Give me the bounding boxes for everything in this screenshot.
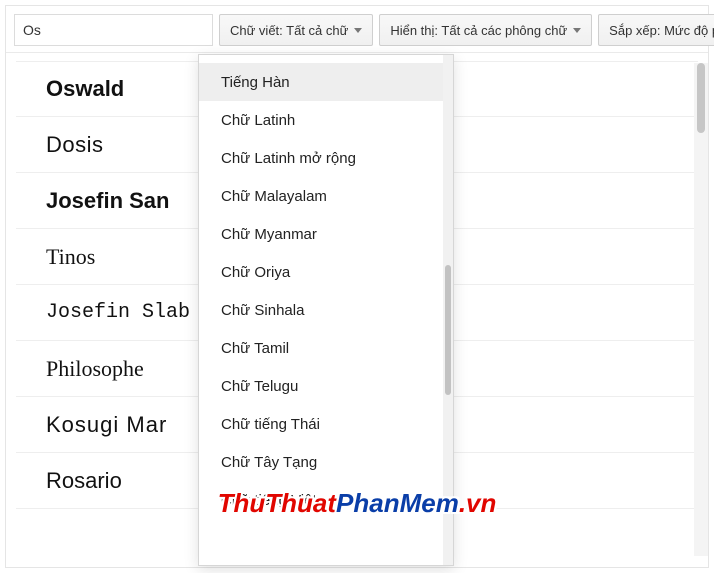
- script-option[interactable]: Chữ tiếng Thái: [199, 405, 443, 443]
- font-name: Rosario: [46, 468, 122, 494]
- app-window: Chữ viết: Tất cả chữ Hiển thị: Tất cả cá…: [5, 5, 709, 568]
- script-option[interactable]: Chữ Oriya: [199, 253, 443, 291]
- sort-dropdown[interactable]: Sắp xếp: Mức độ phổ biến: [598, 14, 714, 46]
- script-option[interactable]: Chữ Myanmar: [199, 215, 443, 253]
- font-name: Philosophe: [46, 356, 144, 382]
- script-option[interactable]: Chữ Tamil: [199, 329, 443, 367]
- script-dropdown-panel: Tiếng HànChữ LatinhChữ Latinh mở rộngChữ…: [198, 54, 454, 566]
- script-option[interactable]: Chữ tiếng Việt: [199, 481, 443, 519]
- display-dropdown-label: Hiển thị: Tất cả các phông chữ: [390, 23, 567, 38]
- script-dropdown-label: Chữ viết: Tất cả chữ: [230, 23, 348, 38]
- display-dropdown[interactable]: Hiển thị: Tất cả các phông chữ: [379, 14, 592, 46]
- chevron-down-icon: [354, 28, 362, 33]
- font-list-scrollbar[interactable]: [694, 63, 708, 556]
- toolbar: Chữ viết: Tất cả chữ Hiển thị: Tất cả cá…: [6, 6, 708, 53]
- font-name: Josefin San: [46, 188, 169, 214]
- script-option[interactable]: Tiếng Hàn: [199, 63, 443, 101]
- script-option[interactable]: Chữ Latinh: [199, 101, 443, 139]
- font-name: Oswald: [46, 76, 124, 102]
- script-option[interactable]: Chữ Telugu: [199, 367, 443, 405]
- search-input[interactable]: [14, 14, 213, 46]
- script-option[interactable]: Chữ Sinhala: [199, 291, 443, 329]
- font-name: Kosugi Mar: [46, 412, 167, 438]
- script-option-list: Tiếng HànChữ LatinhChữ Latinh mở rộngChữ…: [199, 55, 443, 565]
- font-name: Josefin Slab: [46, 301, 190, 324]
- script-option[interactable]: Chữ Latinh mở rộng: [199, 139, 443, 177]
- chevron-down-icon: [573, 28, 581, 33]
- font-name: Dosis: [46, 132, 104, 158]
- script-dropdown[interactable]: Chữ viết: Tất cả chữ: [219, 14, 373, 46]
- dropdown-scrollbar[interactable]: [443, 55, 453, 565]
- script-option[interactable]: Chữ Malayalam: [199, 177, 443, 215]
- font-name: Tinos: [46, 244, 95, 270]
- sort-dropdown-label: Sắp xếp: Mức độ phổ biến: [609, 23, 714, 38]
- font-list-scrollbar-thumb[interactable]: [697, 63, 705, 133]
- dropdown-scrollbar-thumb[interactable]: [445, 265, 451, 395]
- script-option[interactable]: Chữ Tây Tạng: [199, 443, 443, 481]
